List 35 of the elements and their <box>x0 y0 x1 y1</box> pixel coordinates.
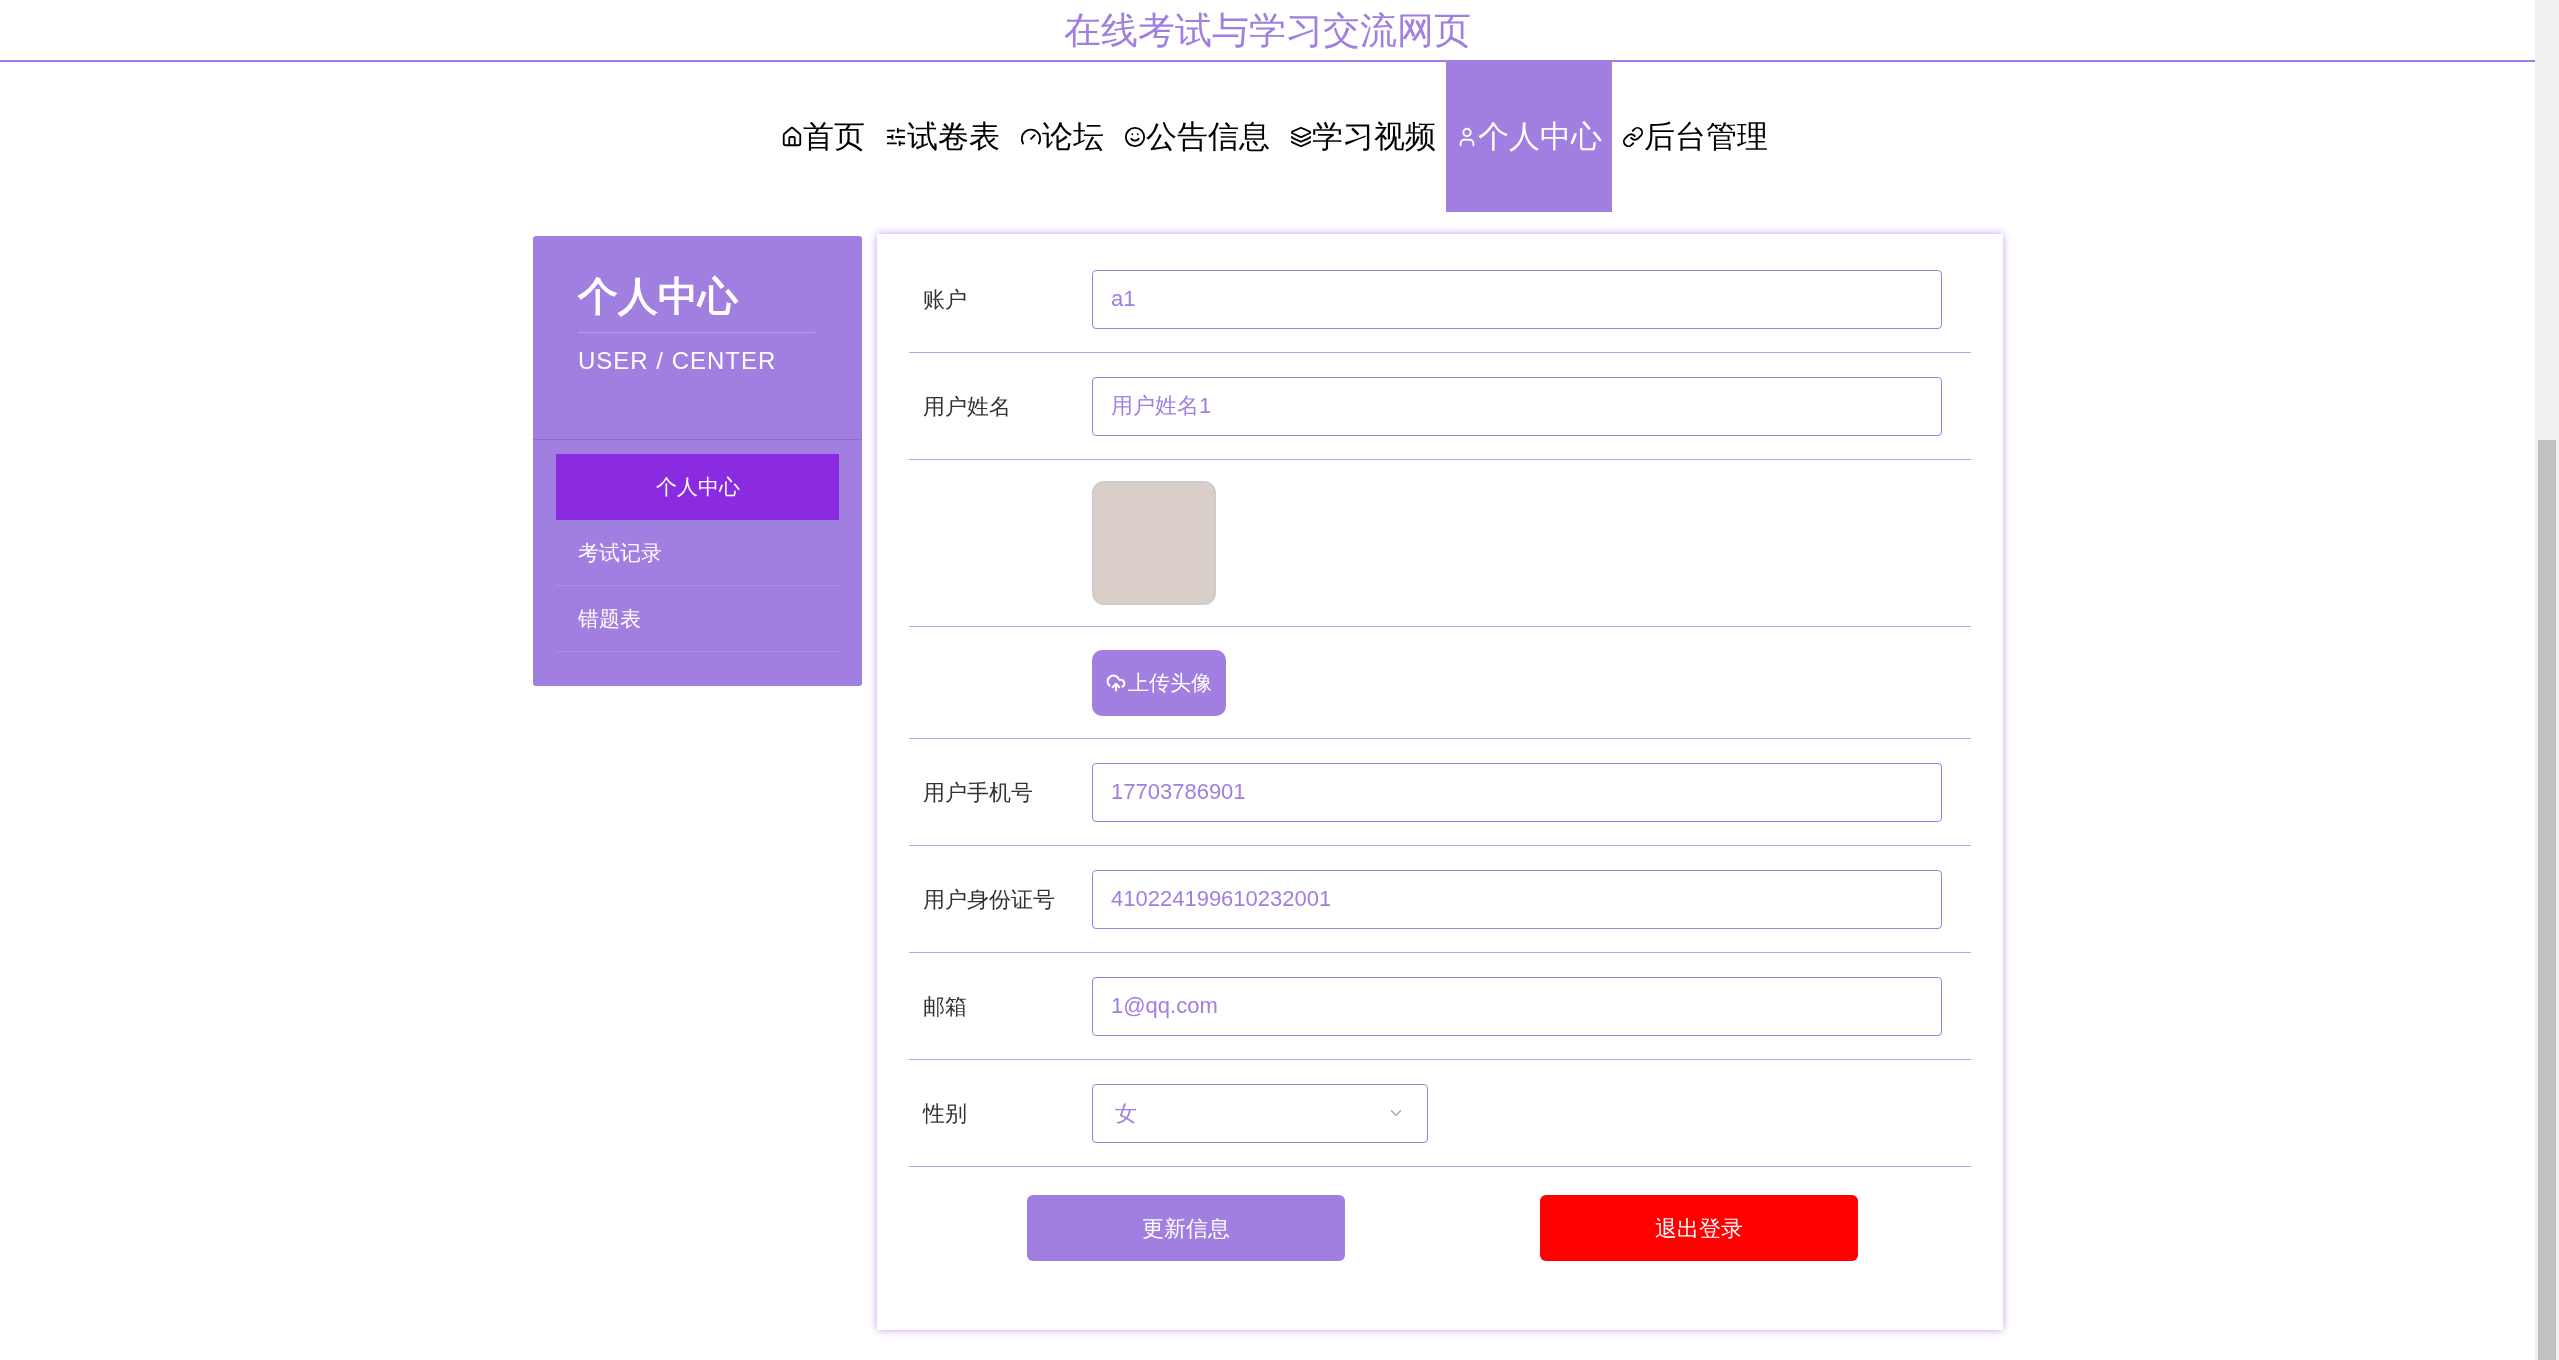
scrollbar[interactable] <box>2535 0 2559 1360</box>
input-field[interactable]: 1@qq.com <box>1092 976 1942 1036</box>
layers-icon <box>1290 126 1312 148</box>
site-title: 在线考试与学习交流网页 <box>1064 9 1471 54</box>
nav-tab[interactable]: 个人中心 <box>1446 62 1612 212</box>
input-field[interactable]: 用户姓名1 <box>1092 376 1942 436</box>
sliders-icon <box>885 126 907 148</box>
field-label: 性别 <box>921 1099 968 1128</box>
nav-tab[interactable]: 公告信息 <box>1114 62 1280 212</box>
nav-tab[interactable]: 试卷表 <box>875 62 1010 212</box>
sidebar-menu-item[interactable]: 考试记录 <box>556 520 839 586</box>
field-label: 用户手机号 <box>922 778 1034 807</box>
input-field[interactable]: 17703786901 <box>1092 762 1942 822</box>
input-field[interactable]: a1 <box>1092 269 1942 329</box>
sidebar-title: 个人中心 <box>578 266 815 333</box>
form-button[interactable]: 更新信息 <box>1026 1195 1345 1261</box>
nav-tab[interactable]: 后台管理 <box>1612 62 1778 212</box>
gender-select[interactable]: 女 <box>1092 1083 1428 1143</box>
nav-tab[interactable]: 论坛 <box>1010 62 1114 212</box>
field-label: 账户 <box>922 285 968 314</box>
field-label: 邮箱 <box>922 992 968 1021</box>
sidebar-menu-item[interactable]: 个人中心 <box>556 454 839 520</box>
input-field[interactable]: 410224199610232001 <box>1092 869 1942 929</box>
cloud-upload-icon <box>1106 672 1126 693</box>
home-icon <box>781 126 803 148</box>
field-label: 用户身份证号 <box>922 885 1056 914</box>
link-icon <box>1622 126 1644 148</box>
smile-icon <box>1124 126 1146 148</box>
sidebar-menu-item[interactable]: 错题表 <box>556 586 839 652</box>
nav-tab[interactable]: 首页 <box>771 62 875 212</box>
sidebar-subtitle: USER / CENTER <box>578 346 778 376</box>
upload-avatar-button[interactable]: 上传头像 <box>1092 649 1226 716</box>
form-button[interactable]: 退出登录 <box>1539 1195 1858 1261</box>
field-label: 用户姓名 <box>922 392 1012 421</box>
nav-tab[interactable]: 学习视频 <box>1280 62 1446 212</box>
